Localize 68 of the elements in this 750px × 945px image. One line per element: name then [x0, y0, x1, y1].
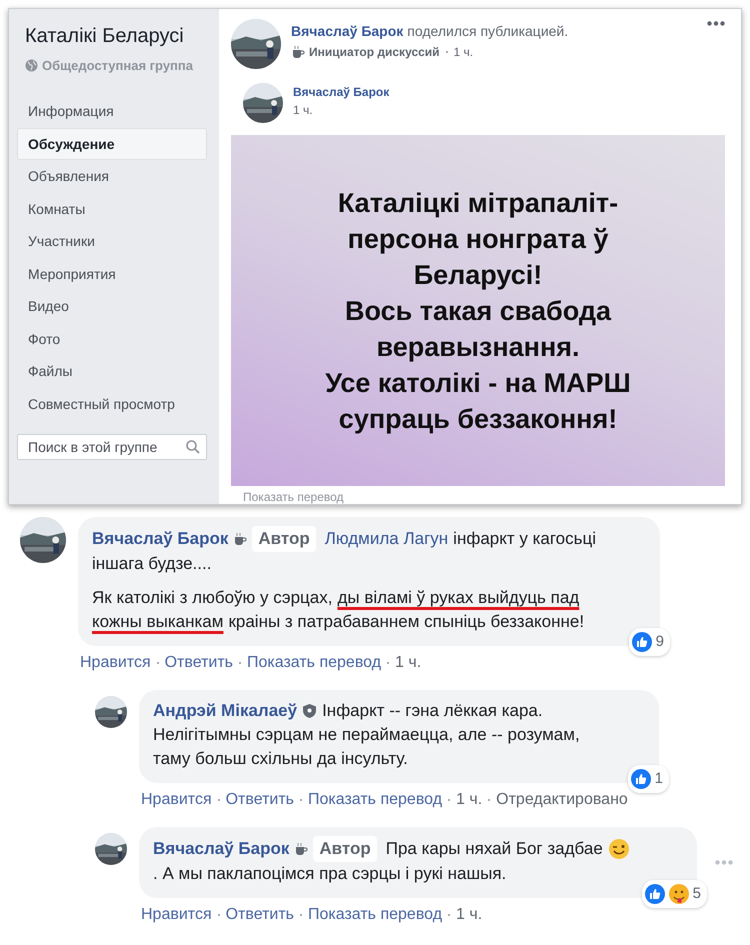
sidebar-item[interactable]: Участники [17, 225, 207, 258]
comment-action[interactable]: Показать перевод [247, 654, 382, 672]
author-name[interactable]: Вячаслаў Барок [291, 23, 404, 39]
comment-action[interactable]: Ответить [226, 906, 294, 924]
author-name[interactable]: Вячаслаў Барок [293, 85, 390, 99]
sidebar-item[interactable]: Фото [17, 322, 207, 355]
sidebar-item[interactable]: Мероприятия [17, 258, 207, 290]
comment-action[interactable]: Нравится [141, 906, 212, 924]
search-icon[interactable] [186, 440, 200, 454]
reaction-count[interactable]: 1 [628, 765, 669, 793]
sidebar-item[interactable]: Информация [17, 95, 207, 128]
sidebar-item[interactable]: Комнаты [17, 192, 207, 225]
author-name[interactable]: Вячаслаў Барок [153, 837, 290, 861]
comment-action[interactable]: Ответить [226, 791, 294, 809]
like-icon [644, 884, 665, 904]
comment-text: Як католікі з любоўю у сэрцах, [92, 587, 332, 609]
count-text: 1 [654, 769, 663, 789]
comment-action[interactable]: Отредактировано [496, 791, 628, 809]
like-icon [632, 632, 652, 652]
reaction-count[interactable]: 5 [642, 880, 707, 908]
post-action: поделился публикацией. [407, 23, 568, 39]
comment-text: Пра кары няхай Бог задбае [386, 838, 603, 860]
image-text: Каталіцкі мітрапаліт- персона нонграта ў Беларусі! Вось такая свабода веравызнання. Усе католікі - на МАРШ супраць беззаконня! [325, 186, 631, 436]
cup-icon [233, 532, 248, 546]
group-title[interactable]: Каталікі Беларусі [17, 25, 219, 48]
comment-text: таму больш схільны да інсульту. [153, 748, 408, 770]
sidebar-item[interactable]: Совместный просмотр [17, 388, 207, 420]
comment-action[interactable]: Показать перевод [308, 906, 442, 924]
sidebar-item[interactable]: Объявления [17, 160, 207, 192]
count-text: 5 [692, 884, 701, 904]
shield-icon [302, 703, 318, 719]
comment-action: 1 ч. [395, 654, 422, 672]
author-role: Инициатор дискуссий [309, 45, 440, 59]
author-badge: Автор [252, 526, 316, 552]
comment-text: Нелігітымны сэрцам не пераймаецца, але -- розумам, [153, 724, 580, 746]
comment-action[interactable]: Ответить [164, 654, 233, 672]
group-privacy: Общедоступная группа [42, 58, 193, 73]
comment-text: іншага будзе.... [92, 553, 212, 575]
like-icon [630, 769, 651, 789]
cup-icon [291, 45, 305, 59]
mention-link[interactable]: Людмила Лагун [324, 527, 448, 551]
underlined-text: кожны выканкам [92, 611, 224, 633]
comment-action: 1 ч. [456, 906, 482, 924]
comment-text: краіны з патрабаваннем спыніць беззаконне! [228, 611, 584, 633]
post-time[interactable]: 1 ч. [293, 103, 313, 117]
sidebar-item[interactable]: Видео [17, 290, 207, 322]
post-time[interactable]: 1 ч. [454, 45, 474, 59]
underlined-text: ды віламі ў руках выйдуць пад [337, 587, 580, 609]
author-name[interactable]: Андрэй Мікалаеў [153, 699, 298, 723]
author-name[interactable]: Вячаслаў Барок [92, 527, 228, 551]
comment-action: 1 ч. [456, 791, 482, 809]
search-field[interactable]: Поиск в этой группе [17, 434, 207, 460]
cup-icon [294, 842, 308, 856]
sidebar-item[interactable]: Обсуждение [17, 128, 207, 160]
comment-action[interactable]: Нравится [141, 791, 212, 809]
more-icon[interactable] [707, 21, 725, 26]
sidebar-item[interactable]: Файлы [17, 355, 207, 388]
wink-icon [608, 838, 630, 860]
globe-icon [25, 59, 38, 72]
comment-action[interactable]: Показать перевод [308, 791, 442, 809]
count-text: 9 [656, 632, 664, 652]
comment-text: . А мы паклапоцімся пра сэрцы і рукі нашыя. [153, 863, 506, 885]
comment-text: Інфаркт -- гэна лёккая кара. [322, 700, 543, 722]
reaction-count[interactable]: 9 [628, 628, 670, 656]
comment-text: інфаркт у кагосьці [453, 528, 596, 550]
author-badge: Автор [313, 836, 377, 862]
comment-action[interactable]: Нравится [80, 654, 151, 672]
care-icon [668, 884, 689, 904]
